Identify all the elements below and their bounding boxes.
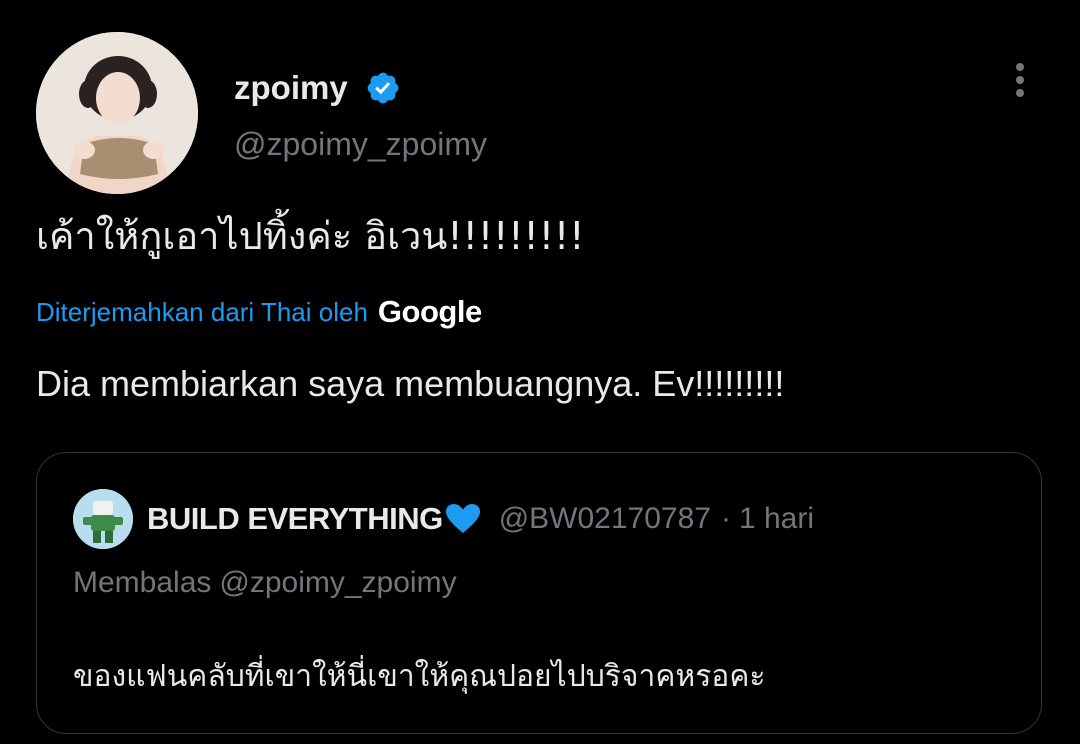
author-avatar[interactable]	[36, 32, 198, 194]
avatar-image	[36, 32, 198, 194]
author-handle[interactable]: @zpoimy_zpoimy	[234, 122, 487, 166]
quoted-tweet-card[interactable]: BUILD EVERYTHING @BW02170787 · 1 hari Me…	[36, 452, 1042, 734]
google-logo: Google	[377, 294, 482, 329]
translation-attribution: Diterjemahkan dari Thai oleh Google	[36, 290, 482, 334]
separator-dot: ·	[720, 502, 731, 535]
translated-tweet-text: Dia membiarkan saya membuangnya. Ev!!!!!…	[36, 363, 785, 404]
quoted-author-name[interactable]: BUILD EVERYTHING	[147, 501, 443, 537]
translated-by-link[interactable]: Diterjemahkan dari Thai oleh	[36, 297, 368, 328]
quoted-tweet-timestamp[interactable]: 1 hari	[739, 502, 814, 536]
quoted-author-avatar[interactable]	[73, 489, 133, 549]
reply-context: Membalas @zpoimy_zpoimy	[73, 561, 457, 605]
more-options-icon[interactable]	[1004, 58, 1036, 102]
reply-label: Membalas	[73, 566, 212, 599]
quoted-tweet-header: BUILD EVERYTHING @BW02170787 · 1 hari	[147, 497, 814, 541]
quoted-author-handle[interactable]: @BW02170787	[499, 502, 711, 536]
blue-heart-icon	[445, 504, 480, 533]
reply-target-handle: @zpoimy_zpoimy	[219, 566, 457, 599]
tweet-text: เค้าให้กูเอาไปทิ้งค่ะ อิเวน!!!!!!!!!	[36, 214, 585, 258]
quoted-tweet-text: ของแฟนคลับที่เขาให้นี่เขาให้คุณปอยไปบริจ…	[73, 659, 766, 694]
author-display-name[interactable]: zpoimy	[234, 66, 348, 110]
tweet: zpoimy @zpoimy_zpoimy เค้าให้กูเอาไปทิ้ง…	[0, 0, 1080, 744]
verified-badge-icon	[367, 72, 399, 104]
quoted-avatar-image	[73, 489, 133, 549]
